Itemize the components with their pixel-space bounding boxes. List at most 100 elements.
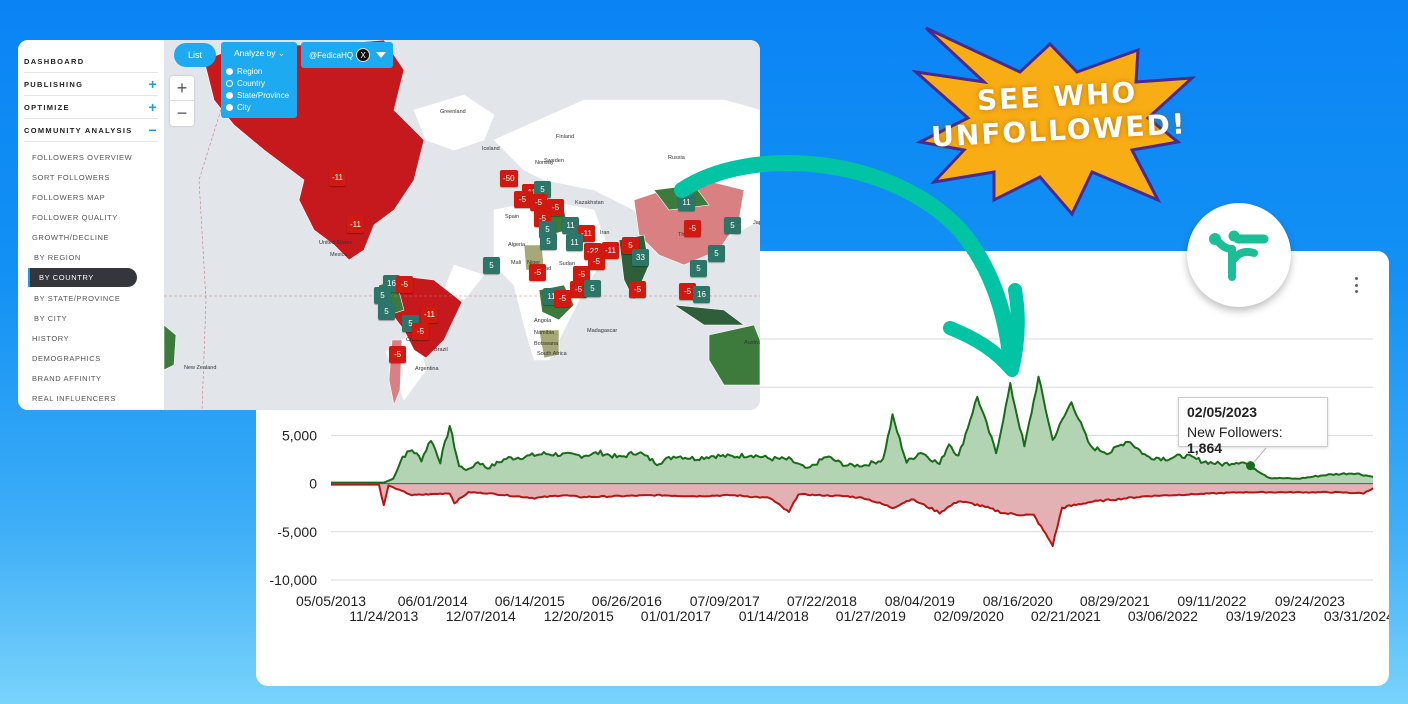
radio-icon[interactable]: [226, 79, 233, 87]
chart-tooltip: 02/05/2023 New Followers: 1,864: [1178, 397, 1328, 456]
unfollow-marker[interactable]: -50: [500, 170, 518, 187]
unfollow-marker[interactable]: -11: [329, 169, 346, 186]
unfollow-marker[interactable]: -5: [412, 323, 429, 340]
zoom-in-button[interactable]: +: [170, 76, 194, 101]
follow-marker[interactable]: 11: [562, 217, 579, 234]
follow-marker[interactable]: 5: [483, 257, 500, 274]
map-label-finland: Finland: [556, 134, 575, 140]
date-line: [198, 99, 225, 410]
analyze-option-country[interactable]: Country: [226, 77, 297, 89]
sidebar-subitem-by-region[interactable]: BY REGION: [34, 247, 164, 267]
expand-plus-icon[interactable]: +: [149, 77, 158, 91]
x-tick-label: 09/11/2022: [1177, 593, 1246, 609]
tooltip-line: New Followers: 1,864: [1187, 424, 1319, 456]
sidebar-subitem-demographics[interactable]: DEMOGRAPHICS: [32, 348, 164, 368]
chevron-down-icon: ⌄: [277, 48, 286, 58]
map-label-mali: Mali: [511, 260, 522, 266]
highlighted-data-point[interactable]: [1246, 461, 1256, 471]
sidebar-subitem-history[interactable]: HISTORY: [32, 328, 164, 348]
unfollow-marker[interactable]: -5: [554, 290, 571, 307]
analyze-option-label: Region: [237, 66, 263, 76]
sidebar-item-label: PUBLISHING: [24, 79, 84, 89]
map-label-madagascar: Madagascar: [587, 328, 618, 334]
sidebar-subitem-real-influencers[interactable]: REAL INFLUENCERS: [32, 388, 164, 408]
fedica-logo-icon: [1209, 230, 1269, 281]
sidebar-item-publishing[interactable]: PUBLISHING +: [24, 73, 158, 96]
analyze-by-dropdown: Analyze by ⌄ Region Country State/Province…: [221, 42, 297, 118]
map-label-iceland: Iceland: [482, 146, 500, 152]
x-tick-label: 03/06/2022: [1128, 608, 1198, 624]
unfollow-marker[interactable]: -5: [389, 346, 406, 363]
radio-icon[interactable]: [226, 91, 233, 99]
follow-marker[interactable]: 5: [378, 303, 395, 320]
sidebar-subitem-by-country[interactable]: BY COUNTRY: [28, 268, 137, 287]
x-tick-label: 07/22/2018: [787, 593, 857, 609]
sidebar-subitem-follower-quality[interactable]: FOLLOWER QUALITY: [32, 207, 164, 227]
unfollow-marker[interactable]: -5: [396, 276, 413, 293]
map-label-spain: Spain: [505, 214, 520, 220]
unfollow-marker[interactable]: -5: [629, 281, 646, 298]
new-guinea-fragment-shape[interactable]: [164, 324, 177, 371]
chart-more-menu-icon[interactable]: [1348, 275, 1364, 295]
caret-down-icon: [376, 52, 387, 58]
tooltip-label: New Followers:: [1187, 424, 1283, 440]
tooltip-date: 02/05/2023: [1187, 404, 1258, 420]
unfollow-marker[interactable]: -5: [588, 253, 605, 270]
sidebar-item-label: COMMUNITY ANALYSIS: [24, 125, 133, 135]
x-tick-label: 03/31/2024: [1324, 608, 1389, 624]
x-tick-label: 01/01/2017: [641, 608, 711, 624]
sidebar-item-label: OPTIMIZE: [24, 102, 70, 112]
expand-plus-icon[interactable]: +: [149, 100, 158, 114]
unfollow-marker[interactable]: -5: [530, 194, 547, 211]
x-tick-label: 08/29/2021: [1080, 593, 1150, 609]
follow-marker[interactable]: 33: [632, 249, 649, 266]
list-view-button[interactable]: List: [174, 43, 216, 67]
greenland-shape[interactable]: [413, 94, 495, 151]
map-label-brazil: Brazil: [434, 347, 448, 353]
y-tick-label: -5,000: [277, 524, 317, 540]
follow-marker[interactable]: 11: [566, 234, 583, 251]
tooltip-value: 1,864: [1187, 440, 1223, 456]
follow-marker[interactable]: 5: [540, 233, 557, 250]
sidebar-subitem-followers-overview[interactable]: FOLLOWERS OVERVIEW: [32, 147, 164, 167]
analyze-option-city[interactable]: City: [226, 101, 297, 113]
unfollow-marker[interactable]: -5: [514, 191, 531, 208]
fedica-logo: [1187, 203, 1291, 307]
collapse-minus-icon[interactable]: −: [149, 123, 158, 137]
radio-icon[interactable]: [226, 67, 233, 75]
sidebar-item-community-analysis[interactable]: COMMUNITY ANALYSIS −: [24, 119, 158, 142]
x-tick-label: 01/14/2018: [739, 608, 809, 624]
account-selector[interactable]: @FedicaHQ X: [301, 42, 393, 68]
y-tick-label: 5,000: [282, 427, 317, 443]
sidebar-item-optimize[interactable]: OPTIMIZE +: [24, 96, 158, 119]
x-logo-icon: X: [356, 48, 371, 62]
sidebar-subitem-sort-followers[interactable]: SORT FOLLOWERS: [32, 167, 164, 187]
sidebar-subitem-followers-map[interactable]: FOLLOWERS MAP: [32, 187, 164, 207]
sidebar-subitem-brand-affinity[interactable]: BRAND AFFINITY: [32, 368, 164, 388]
analyze-option-region[interactable]: Region: [226, 65, 297, 77]
sidebar-item-dashboard[interactable]: DASHBOARD: [24, 50, 158, 73]
sidebar-subitem-growth-decline[interactable]: GROWTH/DECLINE: [32, 227, 164, 247]
sidebar-subitem-by-state-province[interactable]: BY STATE/PROVINCE: [34, 288, 164, 308]
x-tick-label: 01/27/2019: [836, 608, 906, 624]
x-tick-label: 09/24/2023: [1275, 593, 1345, 609]
unfollow-marker[interactable]: -5: [529, 264, 546, 281]
x-tick-label: 02/21/2021: [1031, 608, 1101, 624]
map-label-new-zealand: New Zealand: [184, 365, 217, 371]
sidebar-subitem-by-city[interactable]: BY CITY: [34, 308, 164, 328]
analyze-by-toggle[interactable]: Analyze by ⌄: [226, 48, 297, 59]
sidebar-nav: DASHBOARD PUBLISHING + OPTIMIZE + COMMUNITY A…: [18, 40, 164, 410]
map-label-south-africa: South Africa: [537, 351, 567, 357]
radio-icon[interactable]: [226, 103, 233, 111]
y-tick-label: -10,000: [270, 572, 318, 588]
map-label-mexico: Mexico: [330, 252, 348, 258]
analyze-option-state-province[interactable]: State/Province: [226, 89, 297, 101]
map-label-argentina: Argentina: [415, 366, 439, 372]
zoom-out-button[interactable]: −: [170, 101, 194, 126]
unfollow-marker[interactable]: -11: [421, 306, 438, 323]
unfollow-marker[interactable]: -11: [347, 216, 364, 233]
x-tick-label: 08/16/2020: [983, 593, 1053, 609]
follow-marker[interactable]: 5: [584, 280, 601, 297]
follow-marker[interactable]: 5: [374, 287, 391, 304]
analyze-option-label: City: [237, 102, 251, 112]
